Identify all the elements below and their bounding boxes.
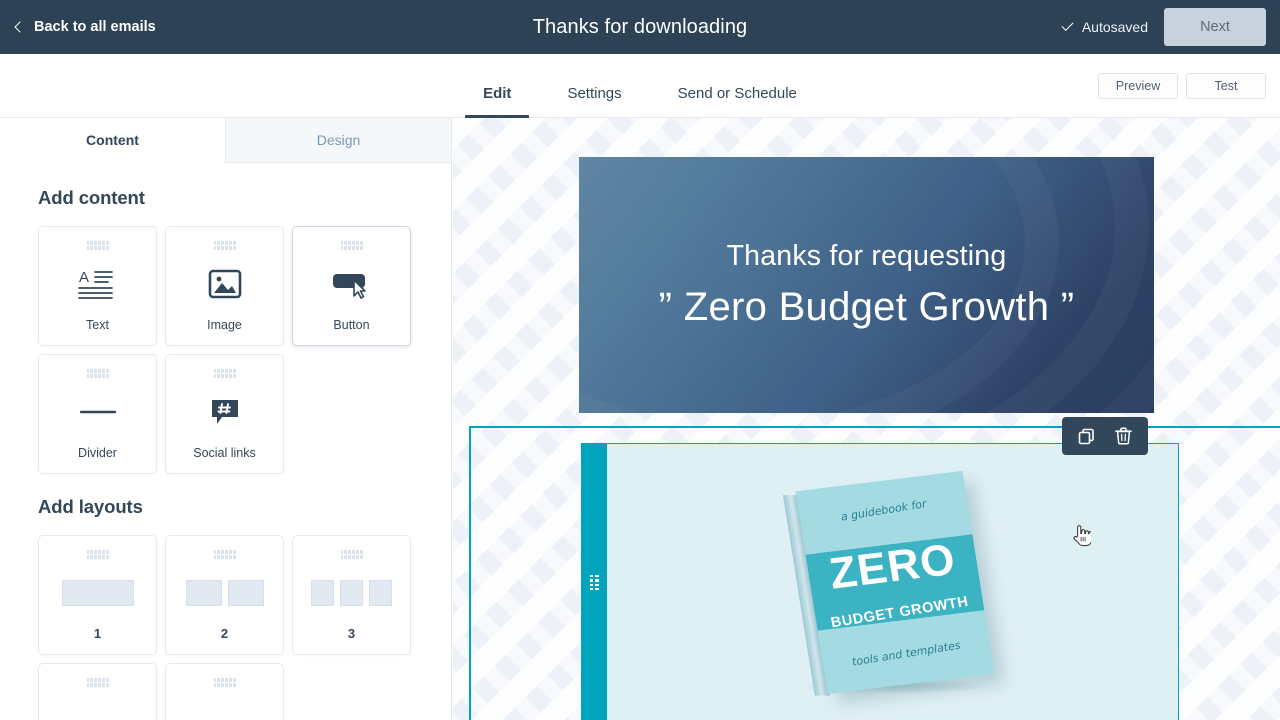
left-panel: Content Design Add content A Text Image … — [0, 118, 452, 720]
sidebar-tabs: Content Design — [0, 118, 451, 163]
drag-grip-icon[interactable] — [86, 678, 109, 687]
layout-card-label: 2 — [220, 626, 229, 641]
email-canvas[interactable]: Thanks for requesting ” Zero Budget Grow… — [453, 118, 1280, 720]
trash-icon[interactable] — [1115, 427, 1132, 445]
image-icon — [166, 250, 283, 318]
book-cover: a guidebook for ZERO BUDGET GROWTH tools… — [782, 470, 994, 696]
content-card-social-links[interactable]: Social links — [165, 354, 284, 474]
email-body: Thanks for requesting ” Zero Budget Grow… — [579, 157, 1154, 413]
drag-grip-icon[interactable] — [213, 241, 236, 250]
book-front: a guidebook for ZERO BUDGET GROWTH tools… — [795, 470, 994, 694]
layout-preview-3-column — [293, 559, 410, 626]
test-button[interactable]: Test — [1186, 73, 1266, 99]
panel-body: Add content A Text Image Button Divider … — [0, 163, 451, 720]
layout-card-2[interactable]: 2 — [165, 535, 284, 655]
drag-grip-icon[interactable] — [86, 550, 109, 559]
layout-card-3[interactable]: 3 — [292, 535, 411, 655]
layout-preview-2-column — [166, 559, 283, 626]
chevron-left-icon — [14, 21, 26, 33]
tab-edit[interactable]: Edit — [455, 85, 539, 119]
drag-grip-icon[interactable] — [340, 550, 363, 559]
layout-preview-1-column — [39, 559, 156, 626]
sidebar-tab-design[interactable]: Design — [225, 118, 451, 163]
content-card-grid: A Text Image Button Divider Social links — [38, 226, 413, 474]
layout-card-5[interactable] — [165, 663, 284, 720]
text-icon: A — [39, 250, 156, 318]
preview-button[interactable]: Preview — [1098, 73, 1178, 99]
drag-grip-icon[interactable] — [86, 369, 109, 378]
content-card-text[interactable]: A Text — [38, 226, 157, 346]
tab-settings[interactable]: Settings — [539, 85, 649, 118]
autosaved-status: Autosaved — [1061, 19, 1148, 35]
content-card-button[interactable]: Button — [292, 226, 411, 346]
top-bar: Back to all emails Thanks for downloadin… — [0, 0, 1280, 54]
sidebar-tab-content[interactable]: Content — [0, 118, 225, 163]
back-link-label: Back to all emails — [34, 19, 156, 35]
add-content-heading: Add content — [38, 187, 145, 208]
add-layouts-heading: Add layouts — [38, 496, 143, 517]
divider-icon — [39, 378, 156, 446]
module-toolbar — [1062, 417, 1148, 455]
autosaved-label: Autosaved — [1081, 19, 1148, 35]
drag-grip-icon[interactable] — [340, 241, 363, 250]
hero-module[interactable]: Thanks for requesting ” Zero Budget Grow… — [579, 157, 1154, 413]
content-card-divider[interactable]: Divider — [38, 354, 157, 474]
svg-text:A: A — [79, 269, 89, 286]
layout-card-1[interactable]: 1 — [38, 535, 157, 655]
next-button[interactable]: Next — [1164, 8, 1266, 46]
tab-bar-actions: Preview Test — [1098, 54, 1266, 118]
hero-heading-line2: ” Zero Budget Growth ” — [658, 285, 1075, 329]
drag-grip-icon[interactable] — [213, 369, 236, 378]
content-card-label: Button — [333, 318, 370, 332]
book-image: a guidebook for ZERO BUDGET GROWTH tools… — [763, 458, 1023, 708]
module-drag-handle[interactable] — [581, 443, 607, 720]
drag-grip-icon[interactable] — [213, 678, 236, 687]
content-card-label: Social links — [193, 446, 256, 460]
hero-heading-line1: Thanks for requesting — [726, 240, 1007, 272]
content-card-label: Image — [207, 318, 242, 332]
back-to-all-emails-link[interactable]: Back to all emails — [14, 19, 156, 35]
drag-grip-icon[interactable] — [86, 241, 109, 250]
layout-card-grid: 1 2 3 — [38, 535, 413, 720]
selected-module-outline[interactable]: a guidebook for ZERO BUDGET GROWTH tools… — [469, 426, 1280, 720]
top-bar-actions: Autosaved Next — [1061, 0, 1266, 54]
content-card-label: Divider — [78, 446, 117, 460]
layout-card-label: 3 — [347, 626, 356, 641]
editor-tabs: Edit Settings Send or Schedule — [0, 54, 1280, 119]
check-icon — [1061, 21, 1074, 34]
content-card-label: Text — [86, 318, 109, 332]
social-links-icon — [166, 378, 283, 446]
duplicate-icon[interactable] — [1078, 428, 1095, 445]
content-card-image[interactable]: Image — [165, 226, 284, 346]
layout-card-label: 1 — [93, 626, 102, 641]
tab-send-or-schedule[interactable]: Send or Schedule — [650, 85, 825, 118]
image-module-body[interactable]: a guidebook for ZERO BUDGET GROWTH tools… — [607, 443, 1179, 720]
drag-handle-icon — [589, 575, 599, 590]
layout-card-4[interactable] — [38, 663, 157, 720]
drag-grip-icon[interactable] — [213, 550, 236, 559]
selected-module[interactable]: a guidebook for ZERO BUDGET GROWTH tools… — [581, 443, 1179, 720]
button-icon — [293, 250, 410, 318]
editor-tab-bar: Edit Settings Send or Schedule Preview T… — [0, 54, 1280, 119]
